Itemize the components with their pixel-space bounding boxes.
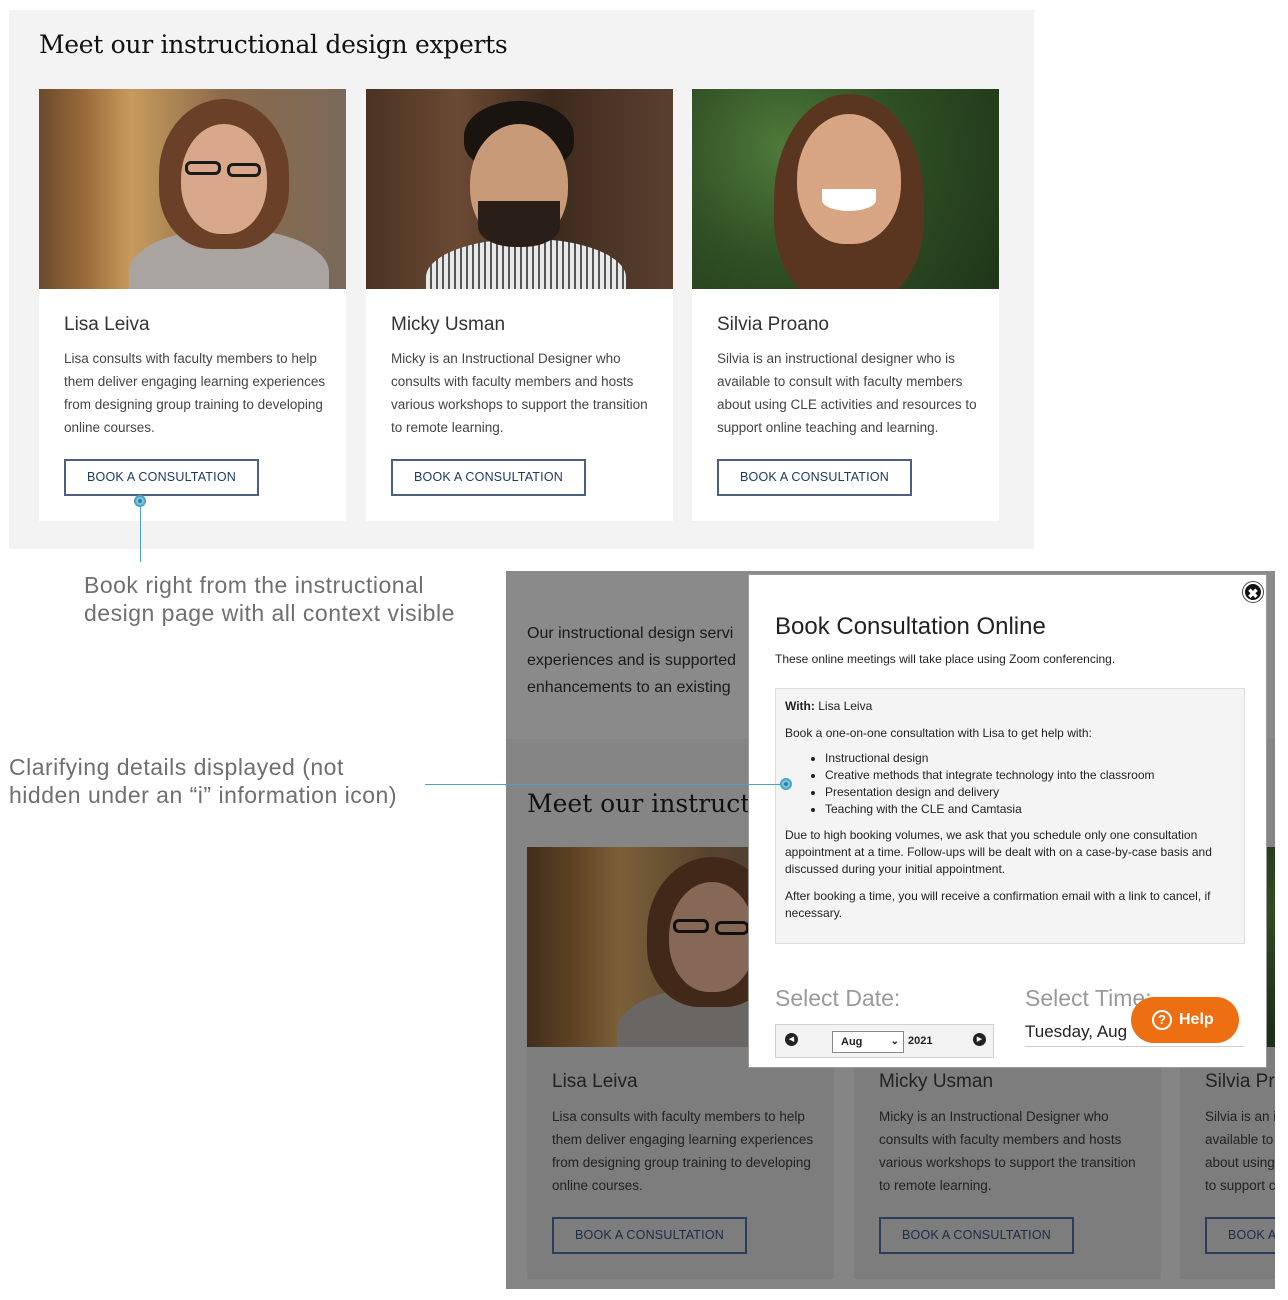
date-picker: ◀ Aug ⌄ 2021 ▶ xyxy=(775,1024,994,1058)
next-month-icon[interactable]: ▶ xyxy=(973,1033,986,1046)
modal-title: Book Consultation Online xyxy=(775,613,1046,640)
close-icon[interactable]: ✖ xyxy=(1243,582,1263,602)
topic-item: Instructional design xyxy=(825,750,1235,767)
year-value: 2021 xyxy=(908,1035,933,1047)
help-button[interactable]: ? Help xyxy=(1131,997,1239,1043)
consultant-line: With: Lisa Leiva xyxy=(785,698,1235,715)
annotation-line xyxy=(425,784,781,785)
book-consultation-button[interactable]: BOOK A xyxy=(1205,1217,1275,1254)
section-title: Meet our instructional design experts xyxy=(39,30,508,59)
expert-card-silvia: Silvia Proano Silvia is an instructional… xyxy=(692,89,999,521)
expert-name: Lisa Leiva xyxy=(64,314,150,335)
month-select[interactable]: Aug ⌄ xyxy=(832,1031,904,1053)
expert-bio: Silvia is an i available to about using … xyxy=(1205,1109,1275,1193)
book-consultation-button-micky[interactable]: BOOK A CONSULTATION xyxy=(391,459,586,496)
expert-bio: Micky is an Instructional Designer who c… xyxy=(879,1109,1136,1193)
consultant-name: Lisa Leiva xyxy=(818,699,873,713)
chevron-down-icon: ⌄ xyxy=(890,1036,899,1047)
book-consultation-button-silvia[interactable]: BOOK A CONSULTATION xyxy=(717,459,912,496)
expert-bio: Micky is an Instructional Designer who c… xyxy=(391,351,648,435)
month-value: Aug xyxy=(841,1036,863,1048)
annotation-line xyxy=(140,507,141,562)
expert-name: Micky Usman xyxy=(879,1071,994,1092)
book-consultation-button-lisa[interactable]: BOOK A CONSULTATION xyxy=(64,459,259,496)
expert-photo-lisa xyxy=(39,89,346,289)
expert-card-micky: Micky Usman Micky is an Instructional De… xyxy=(366,89,673,521)
expert-name: Lisa Leiva xyxy=(552,1071,638,1092)
selected-time-value: Tuesday, Aug xyxy=(1025,1022,1128,1041)
topic-item: Creative methods that integrate technolo… xyxy=(825,767,1235,784)
expert-card-lisa: Lisa Leiva Lisa consults with faculty me… xyxy=(39,89,346,521)
expert-bio: Silvia is an instructional designer who … xyxy=(717,351,977,435)
topic-item: Presentation design and delivery xyxy=(825,784,1235,801)
book-consultation-button[interactable]: BOOK A CONSULTATION xyxy=(879,1217,1074,1254)
details-intro: Book a one-on-one consultation with Lisa… xyxy=(785,726,1092,740)
confirmation-text: After booking a time, you will receive a… xyxy=(785,889,1211,920)
help-label: Help xyxy=(1179,1011,1214,1028)
book-consultation-button[interactable]: BOOK A CONSULTATION xyxy=(552,1217,747,1254)
annotation-dot xyxy=(780,778,792,790)
question-icon: ? xyxy=(1152,1010,1172,1030)
expert-photo-micky xyxy=(366,89,673,289)
expert-name: Silvia Proano xyxy=(717,314,829,335)
policy-text: Due to high booking volumes, we ask that… xyxy=(785,828,1212,876)
topics-list: Instructional design Creative methods th… xyxy=(825,750,1235,818)
with-label: With: xyxy=(785,699,815,713)
experts-section: Meet our instructional design experts Li… xyxy=(9,10,1034,549)
expert-name: Micky Usman xyxy=(391,314,506,335)
expert-photo-silvia xyxy=(692,89,999,289)
select-time-label: Select Time: xyxy=(1025,985,1152,1011)
expert-bio: Lisa consults with faculty members to he… xyxy=(552,1109,814,1193)
expert-name: Silvia Pr xyxy=(1205,1071,1275,1092)
annotation-note-booking: Book right from the instructional design… xyxy=(84,572,455,626)
topic-item: Teaching with the CLE and Camtasia xyxy=(825,801,1235,818)
expert-bio: Lisa consults with faculty members to he… xyxy=(64,351,326,435)
prev-month-icon[interactable]: ◀ xyxy=(785,1033,798,1046)
annotation-note-details: Clarifying details displayed (not hidden… xyxy=(9,754,397,808)
select-date-label: Select Date: xyxy=(775,985,901,1011)
modal-subtitle: These online meetings will take place us… xyxy=(775,652,1116,666)
annotation-dot xyxy=(134,495,146,507)
time-divider xyxy=(1025,1046,1244,1047)
consultation-details: With: Lisa Leiva Book a one-on-one consu… xyxy=(775,688,1245,944)
booking-modal: ✖ Book Consultation Online These online … xyxy=(748,574,1267,1068)
